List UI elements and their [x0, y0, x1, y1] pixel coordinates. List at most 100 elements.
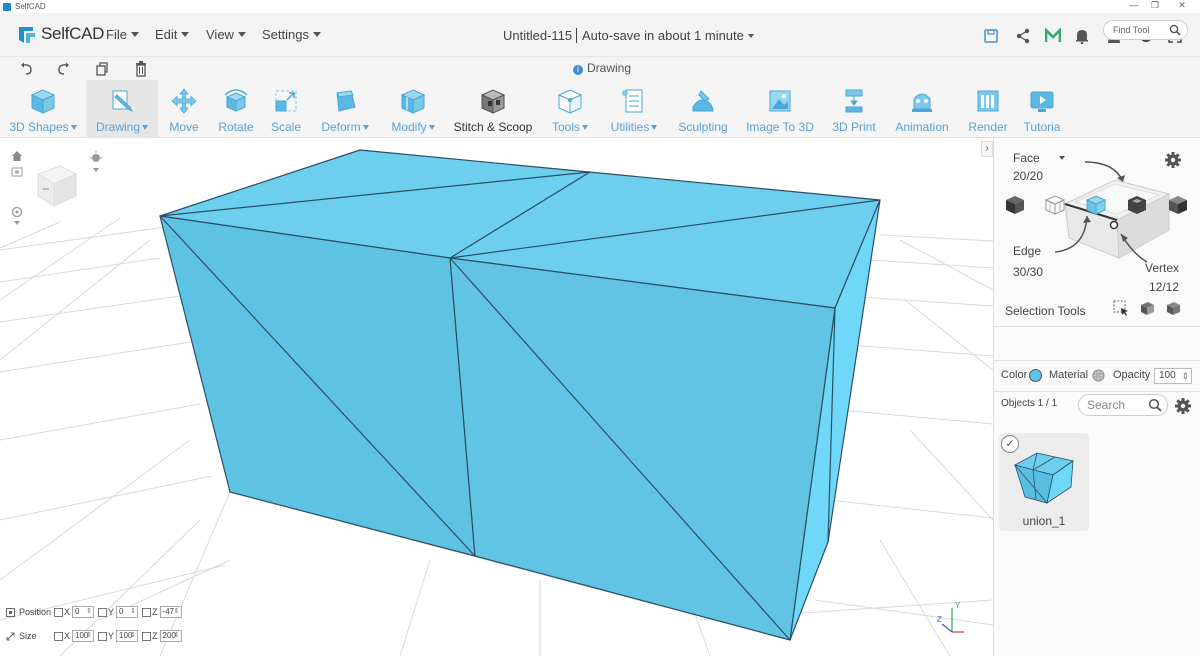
- object-card-union-1[interactable]: ✓ union_1: [999, 433, 1089, 531]
- shaded-view-icon[interactable]: [1167, 194, 1189, 216]
- menu-view[interactable]: View: [206, 27, 246, 42]
- size-x-input[interactable]: 100: [72, 630, 95, 642]
- face-count: 20/20: [1013, 169, 1044, 183]
- object-search-input[interactable]: Search: [1078, 394, 1168, 416]
- axis-x-label: X: [64, 607, 71, 617]
- tool-label: Drawing: [96, 120, 148, 134]
- select-cursor-icon[interactable]: [1113, 300, 1129, 316]
- scene-canvas[interactable]: Y Z: [0, 138, 993, 656]
- tool-label-text: Image To 3D: [746, 120, 814, 134]
- info-icon: i: [573, 65, 583, 75]
- menu-file[interactable]: File: [106, 27, 139, 42]
- wireframe-view-icon[interactable]: [1044, 194, 1066, 216]
- window-title: SelfCAD: [15, 2, 46, 11]
- size-lock-x-checkbox[interactable]: [54, 631, 63, 641]
- size-label-group: Size: [6, 631, 54, 641]
- scale-icon: [275, 90, 297, 112]
- share-icon[interactable]: [1013, 26, 1033, 46]
- position-y-input[interactable]: 0: [116, 606, 139, 618]
- secondary-toolbar: i Drawing: [0, 56, 1200, 80]
- tool-tools[interactable]: Tools: [542, 80, 598, 138]
- tool-render[interactable]: Render: [958, 80, 1018, 138]
- position-label: Position: [19, 607, 52, 617]
- vertex-label[interactable]: Vertex: [1145, 261, 1179, 275]
- collapse-panel-button[interactable]: ›: [981, 141, 993, 157]
- opacity-input[interactable]: 100: [1154, 368, 1192, 384]
- tool-tutoria[interactable]: Tutoria: [1018, 80, 1066, 138]
- tool-label: 3D Shapes: [9, 120, 77, 134]
- tool-image-to-3d[interactable]: Image To 3D: [740, 80, 820, 138]
- close-window-button[interactable]: ✕: [1172, 0, 1192, 11]
- tool-modify[interactable]: Modify: [378, 80, 448, 138]
- minimize-button[interactable]: —: [1124, 0, 1144, 10]
- tool-label: Animation: [895, 120, 948, 134]
- tool-drawing[interactable]: Drawing: [86, 80, 158, 138]
- tool-label-text: 3D Print: [832, 120, 876, 134]
- view-cube[interactable]: [34, 160, 80, 210]
- undo-icon[interactable]: [17, 60, 35, 78]
- chevron-down-icon: [362, 125, 369, 130]
- tool-3d-print[interactable]: 3D Print: [822, 80, 886, 138]
- tool-stitch-scoop[interactable]: Stitch & Scoop: [448, 80, 538, 138]
- redo-icon[interactable]: [55, 60, 73, 78]
- tool-rotate[interactable]: Rotate: [210, 80, 262, 138]
- menu-edit[interactable]: Edit: [155, 27, 190, 42]
- lock-y-checkbox[interactable]: [98, 607, 108, 617]
- size-y-input[interactable]: 100: [116, 630, 139, 642]
- frame-view-icon[interactable]: [11, 167, 23, 177]
- lock-x-checkbox[interactable]: [54, 607, 63, 617]
- maximize-button[interactable]: ❐: [1145, 0, 1165, 11]
- notification-bell-icon[interactable]: [1072, 26, 1092, 46]
- tool-move[interactable]: Move: [158, 80, 210, 138]
- home-view-icon[interactable]: [11, 150, 23, 162]
- save-icon[interactable]: [981, 26, 1001, 46]
- tool-label-text: Move: [169, 120, 199, 134]
- solid-wireframe-view-icon[interactable]: [1085, 194, 1107, 216]
- size-lock-z-checkbox[interactable]: [142, 631, 152, 641]
- lock-z-checkbox[interactable]: [142, 607, 152, 617]
- objects-settings-gear-icon[interactable]: [1174, 397, 1192, 415]
- position-z-input[interactable]: -47: [159, 606, 182, 618]
- xray-view-icon[interactable]: [1126, 194, 1148, 216]
- autosave-status[interactable]: Auto-save in about 1 minute: [576, 28, 754, 43]
- 3d-viewport[interactable]: Y Z: [0, 138, 993, 656]
- chevron-down-icon: [312, 32, 321, 37]
- mesh-front-face-right: [449, 257, 836, 641]
- selfcad-logo: SelfCAD: [16, 23, 104, 45]
- axis-z-label: Z: [937, 615, 942, 624]
- orientation-icon[interactable]: [11, 206, 23, 228]
- camera-light-icon[interactable]: [88, 150, 104, 174]
- tool-label: Image To 3D: [746, 120, 814, 134]
- tool-scale[interactable]: Scale: [262, 80, 310, 138]
- tool-animation[interactable]: Animation: [886, 80, 958, 138]
- myminifactory-icon[interactable]: [1043, 26, 1063, 46]
- select-object-icon[interactable]: [1165, 300, 1181, 316]
- tool-label-text: Scale: [270, 120, 302, 134]
- size-lock-y-checkbox[interactable]: [98, 631, 108, 641]
- size-z-input[interactable]: 200: [159, 630, 182, 642]
- edge-label[interactable]: Edge: [1013, 244, 1041, 258]
- material-sphere-icon[interactable]: [1092, 369, 1105, 382]
- trash-icon[interactable]: [132, 60, 150, 78]
- utilities-icon: [622, 89, 643, 113]
- document-title[interactable]: Untitled-115: [503, 28, 572, 43]
- position-x-input[interactable]: 0: [72, 606, 95, 618]
- render-icon: [977, 90, 999, 112]
- solid-view-icon[interactable]: [1004, 194, 1026, 216]
- menu-settings[interactable]: Settings: [262, 27, 321, 42]
- tool-label: Scale: [271, 120, 301, 134]
- tool-label: Utilities: [611, 120, 658, 134]
- select-faces-icon[interactable]: [1139, 300, 1155, 316]
- tool-utilities[interactable]: Utilities: [598, 80, 670, 138]
- copy-icon[interactable]: [93, 60, 111, 78]
- axis-y-label: Y: [108, 631, 115, 641]
- color-swatch[interactable]: [1029, 369, 1042, 382]
- deform-icon: [336, 90, 356, 112]
- drawing-icon: [112, 90, 134, 113]
- tool-3d-shapes[interactable]: 3D Shapes: [0, 80, 86, 138]
- axis-z-label: Z: [152, 607, 158, 617]
- tool-sculpting[interactable]: Sculpting: [670, 80, 736, 138]
- tool-deform[interactable]: Deform: [312, 80, 378, 138]
- tool-label: Render: [968, 120, 1007, 134]
- find-tool-input[interactable]: Find Tool: [1103, 20, 1188, 40]
